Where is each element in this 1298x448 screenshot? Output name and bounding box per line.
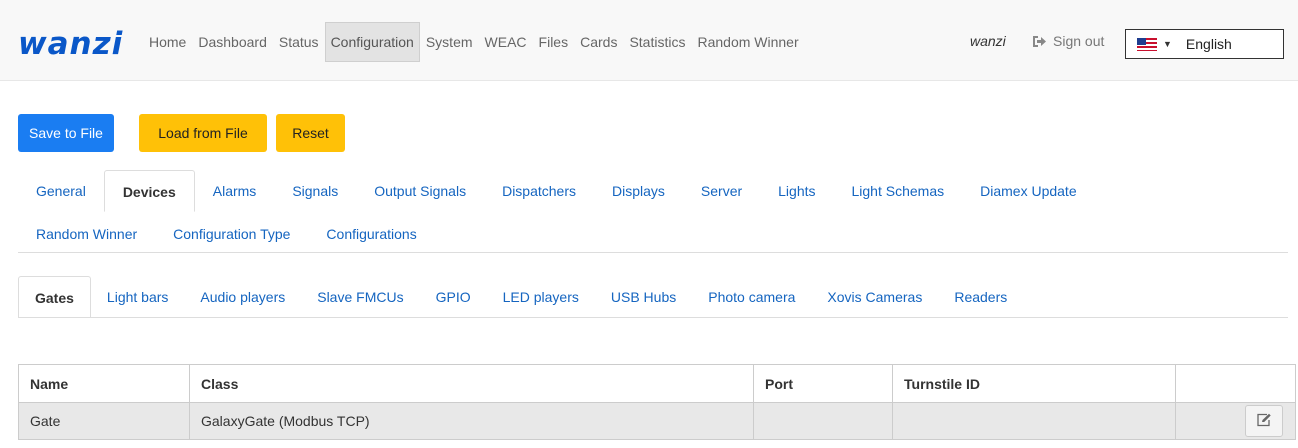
subtab-audio-players[interactable]: Audio players xyxy=(184,276,301,318)
edit-icon xyxy=(1256,413,1272,430)
nav-statistics[interactable]: Statistics xyxy=(623,22,691,62)
cell-turnstile-id xyxy=(892,402,1176,440)
tab-server[interactable]: Server xyxy=(683,170,760,212)
tab-signals[interactable]: Signals xyxy=(274,170,356,212)
nav-random-winner[interactable]: Random Winner xyxy=(691,22,804,62)
gates-table: Name Class Port Turnstile ID Gate Galaxy… xyxy=(18,364,1296,440)
sign-out-icon xyxy=(1032,35,1047,48)
tab-configuration-type[interactable]: Configuration Type xyxy=(155,213,308,255)
nav-dashboard[interactable]: Dashboard xyxy=(192,22,273,62)
table-row[interactable]: Gate GalaxyGate (Modbus TCP) xyxy=(18,402,1296,440)
save-to-file-button[interactable]: Save to File xyxy=(18,114,114,152)
nav-home[interactable]: Home xyxy=(143,22,192,62)
subtab-readers[interactable]: Readers xyxy=(938,276,1023,318)
nav-configuration[interactable]: Configuration xyxy=(324,22,420,62)
subtab-xovis-cameras[interactable]: Xovis Cameras xyxy=(811,276,938,318)
subtab-gpio[interactable]: GPIO xyxy=(420,276,487,318)
sign-out-label: Sign out xyxy=(1053,33,1105,49)
tabs-divider xyxy=(18,252,1288,253)
subtab-slave-fmcus[interactable]: Slave FMCUs xyxy=(301,276,419,318)
nav-status[interactable]: Status xyxy=(273,22,325,62)
tab-diamex-update[interactable]: Diamex Update xyxy=(962,170,1095,212)
column-header-turnstile-id: Turnstile ID xyxy=(892,364,1176,403)
nav-cards[interactable]: Cards xyxy=(574,22,623,62)
language-selected: English xyxy=(1185,36,1232,52)
top-navbar: wanzi Home Dashboard Status Configuratio… xyxy=(0,0,1298,81)
subtab-usb-hubs[interactable]: USB Hubs xyxy=(595,276,692,318)
tab-random-winner[interactable]: Random Winner xyxy=(18,213,155,255)
cell-actions xyxy=(1175,402,1296,440)
subtab-led-players[interactable]: LED players xyxy=(487,276,595,318)
tab-output-signals[interactable]: Output Signals xyxy=(356,170,484,212)
sign-out-link[interactable]: Sign out xyxy=(1032,33,1104,49)
us-flag-icon xyxy=(1137,37,1157,51)
config-tabs-row2: Random Winner Configuration Type Configu… xyxy=(18,213,435,255)
reset-button[interactable]: Reset xyxy=(276,114,345,152)
cell-name: Gate xyxy=(18,402,190,440)
subtabs-divider xyxy=(18,317,1288,318)
language-select[interactable]: ▼ English xyxy=(1125,29,1284,59)
load-from-file-button[interactable]: Load from File xyxy=(139,114,267,152)
tab-alarms[interactable]: Alarms xyxy=(195,170,275,212)
column-header-class: Class xyxy=(189,364,754,403)
cell-class: GalaxyGate (Modbus TCP) xyxy=(189,402,754,440)
subtab-photo-camera[interactable]: Photo camera xyxy=(692,276,811,318)
column-header-port: Port xyxy=(753,364,893,403)
tab-lights[interactable]: Lights xyxy=(760,170,833,212)
table-header-row: Name Class Port Turnstile ID xyxy=(18,364,1296,403)
tab-configurations[interactable]: Configurations xyxy=(308,213,434,255)
config-tabs-row1: General Devices Alarms Signals Output Si… xyxy=(18,170,1095,212)
tab-dispatchers[interactable]: Dispatchers xyxy=(484,170,594,212)
tab-devices[interactable]: Devices xyxy=(103,170,195,212)
device-subtabs: Gates Light bars Audio players Slave FMC… xyxy=(18,276,1023,318)
column-header-actions xyxy=(1175,364,1296,403)
tab-general[interactable]: General xyxy=(18,170,104,212)
subtab-light-bars[interactable]: Light bars xyxy=(91,276,184,318)
nav-system[interactable]: System xyxy=(420,22,479,62)
cell-port xyxy=(753,402,893,440)
column-header-name: Name xyxy=(18,364,190,403)
chevron-down-icon: ▼ xyxy=(1163,39,1172,49)
current-user: wanzi xyxy=(970,33,1006,49)
nav-files[interactable]: Files xyxy=(533,22,575,62)
main-nav: Home Dashboard Status Configuration Syst… xyxy=(143,22,805,62)
brand-logo[interactable]: wanzi xyxy=(18,26,123,62)
subtab-gates[interactable]: Gates xyxy=(18,276,91,318)
edit-button[interactable] xyxy=(1245,405,1283,437)
nav-weac[interactable]: WEAC xyxy=(479,22,533,62)
tab-displays[interactable]: Displays xyxy=(594,170,683,212)
tab-light-schemas[interactable]: Light Schemas xyxy=(834,170,963,212)
